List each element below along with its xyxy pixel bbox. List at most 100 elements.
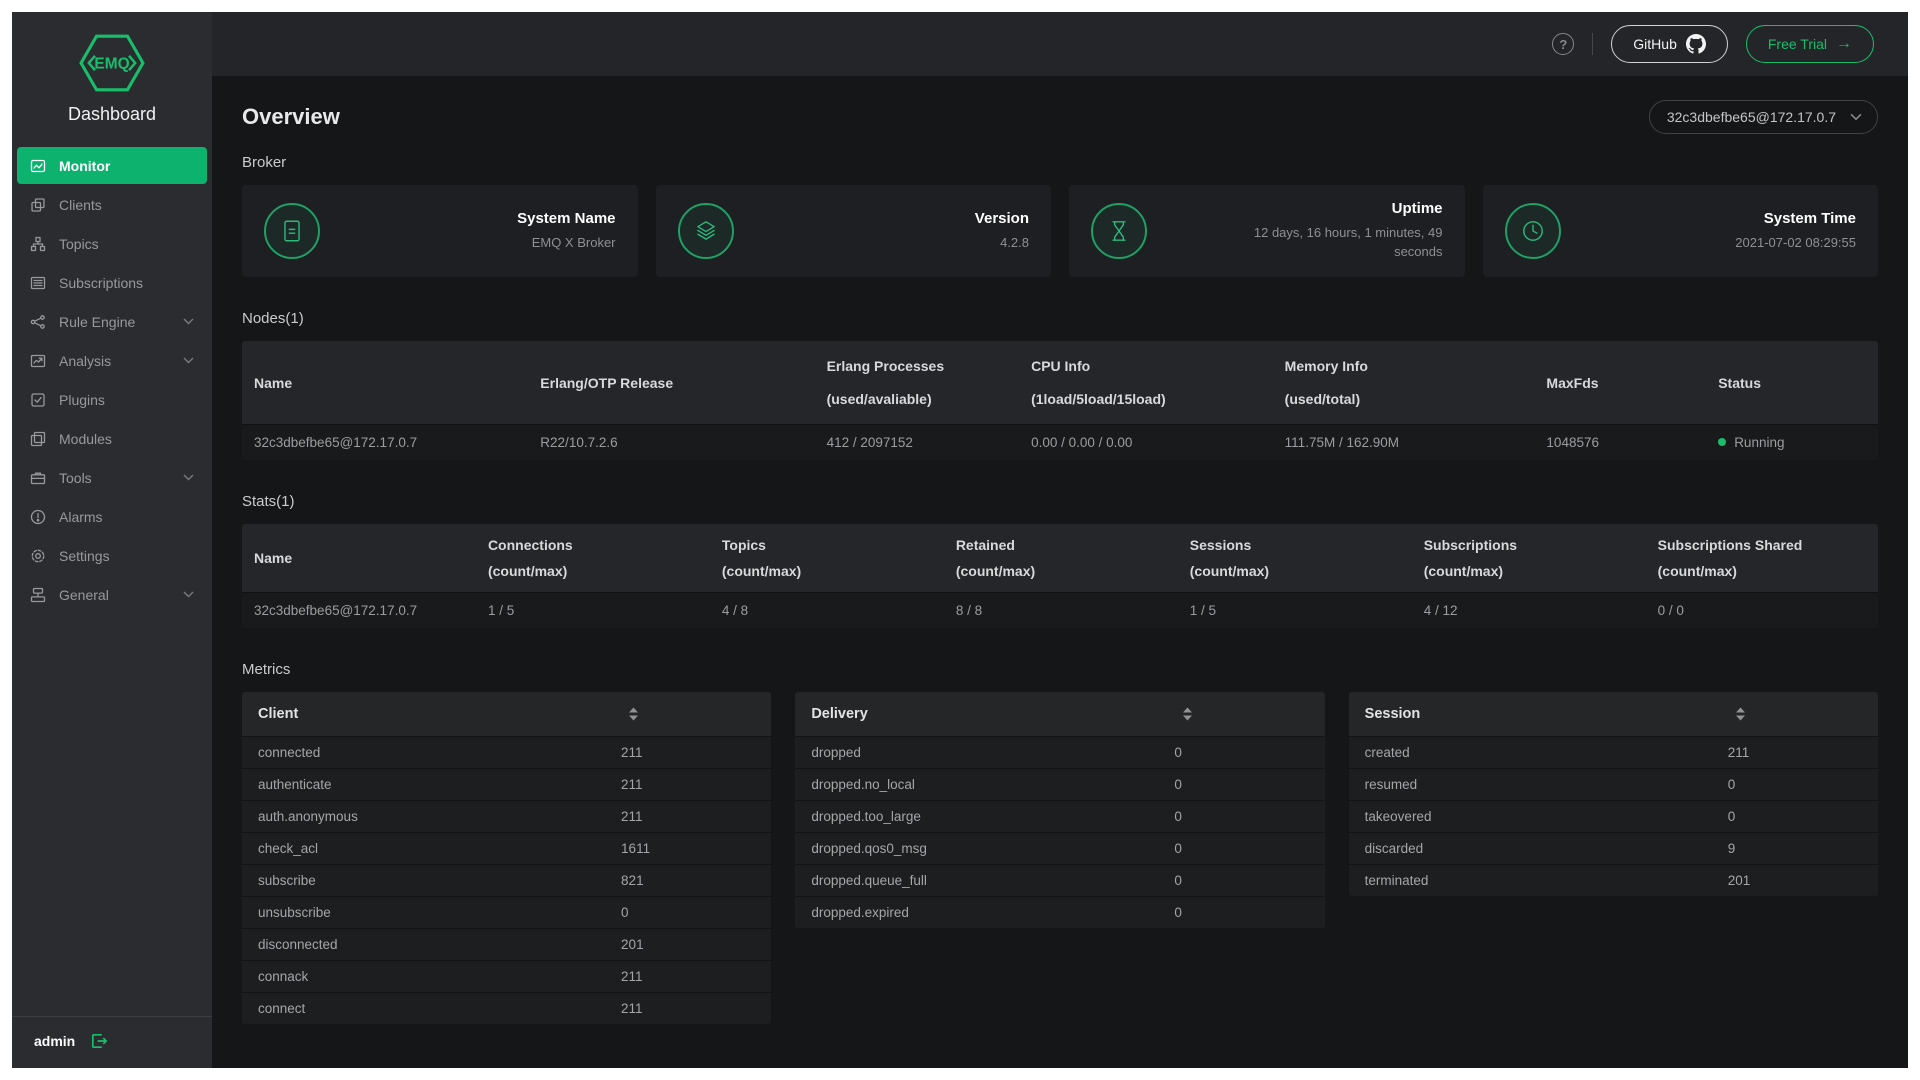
- card-value: 12 days, 16 hours, 1 minutes, 49 seconds: [1238, 224, 1443, 262]
- sidebar-item-settings[interactable]: Settings: [17, 537, 207, 574]
- column-header-maxfds: MaxFds: [1534, 341, 1706, 425]
- metric-name: authenticate: [258, 776, 621, 793]
- column-header-cpu-info: CPU Info(1load/5load/15load): [1019, 341, 1273, 425]
- card-value: 2021-07-02 08:29:55: [1735, 234, 1856, 253]
- github-icon: [1686, 34, 1706, 54]
- sort-icon[interactable]: [1735, 707, 1746, 722]
- sidebar-item-label: Plugins: [59, 392, 105, 408]
- logout-icon[interactable]: [90, 1032, 108, 1050]
- metric-row-dropped-too-large: dropped.too_large0: [795, 800, 1324, 832]
- broker-cards: System Name EMQ X Broker Version 4.2.8 U…: [242, 185, 1878, 277]
- metric-row-terminated: terminated201: [1349, 864, 1878, 896]
- card-title: System Time: [1735, 210, 1856, 227]
- sidebar-item-clients[interactable]: Clients: [17, 186, 207, 223]
- sidebar-item-tools[interactable]: Tools: [17, 459, 207, 496]
- sidebar-item-label: Monitor: [59, 158, 110, 174]
- broker-section: Broker System Name EMQ X Broker Version …: [242, 154, 1878, 277]
- column-header-memory-info: Memory Info(used/total): [1273, 341, 1535, 425]
- metric-value: 0: [1728, 808, 1736, 825]
- metric-name: check_acl: [258, 840, 621, 857]
- sidebar-item-analysis[interactable]: Analysis: [17, 342, 207, 379]
- broker-card-system-time: System Time 2021-07-02 08:29:55: [1483, 185, 1879, 277]
- column-header-subscriptions: Subscriptions(count/max): [1412, 524, 1646, 593]
- page-title: Overview: [242, 104, 340, 130]
- nodes-section-title: Nodes(1): [242, 310, 1878, 327]
- sidebar-item-label: Clients: [59, 197, 102, 213]
- metric-row-connected: connected211: [242, 736, 771, 768]
- sidebar-item-general[interactable]: General: [17, 576, 207, 613]
- table-cell: 1 / 5: [476, 593, 710, 629]
- metric-value: 0: [1174, 872, 1182, 889]
- analysis-icon: [30, 353, 46, 369]
- sort-icon[interactable]: [1182, 707, 1193, 722]
- column-header-retained: Retained(count/max): [944, 524, 1178, 593]
- clock-icon: [1505, 203, 1561, 259]
- metric-row-unsubscribe: unsubscribe0: [242, 896, 771, 928]
- card-value: 4.2.8: [975, 234, 1029, 253]
- emq-logo: EMQ: [79, 34, 145, 92]
- logo-text: EMQ: [94, 56, 129, 73]
- metric-name: takeovered: [1365, 808, 1728, 825]
- github-button[interactable]: GitHub: [1611, 25, 1728, 63]
- topics-icon: [30, 236, 46, 252]
- metric-name: connack: [258, 968, 621, 985]
- sidebar-item-plugins[interactable]: Plugins: [17, 381, 207, 418]
- metric-name: connected: [258, 744, 621, 761]
- help-icon[interactable]: ?: [1552, 33, 1574, 55]
- screen-frame: EMQ Dashboard Monitor Clients Topics Subscr…: [0, 0, 1920, 1080]
- metric-value: 211: [621, 776, 643, 793]
- table-row: 32c3dbefbe65@172.17.0.71 / 54 / 88 / 81 …: [242, 593, 1878, 629]
- node-selector[interactable]: 32c3dbefbe65@172.17.0.7: [1649, 100, 1878, 134]
- sidebar-item-label: Rule Engine: [59, 314, 135, 330]
- chevron-down-icon: [183, 591, 194, 598]
- metric-value: 211: [621, 744, 643, 761]
- metric-value: 211: [621, 968, 643, 985]
- sidebar-item-topics[interactable]: Topics: [17, 225, 207, 262]
- metric-value: 0: [1174, 776, 1182, 793]
- sidebar-item-label: Tools: [59, 470, 92, 486]
- metric-value: 201: [1728, 872, 1751, 889]
- metrics-table-title: Delivery: [811, 706, 867, 722]
- metric-name: disconnected: [258, 936, 621, 953]
- metrics-table-title: Session: [1365, 706, 1421, 722]
- metric-value: 0: [1174, 808, 1182, 825]
- broker-card-version: Version 4.2.8: [656, 185, 1052, 277]
- emqx-dashboard-app: EMQ Dashboard Monitor Clients Topics Subscr…: [12, 12, 1908, 1068]
- metric-value: 211: [621, 808, 643, 825]
- alarms-icon: [30, 509, 46, 525]
- table-cell: 1 / 5: [1178, 593, 1412, 629]
- table-cell: 32c3dbefbe65@172.17.0.7: [242, 593, 476, 629]
- app-title: Dashboard: [12, 104, 212, 125]
- nodes-table: NameErlang/OTP ReleaseErlang Processes(u…: [242, 341, 1878, 460]
- metric-row-authenticate: authenticate211: [242, 768, 771, 800]
- metrics-table-client: Client connected211authenticate211auth.a…: [242, 692, 771, 1024]
- metric-row-check-acl: check_acl1611: [242, 832, 771, 864]
- sidebar-item-label: Topics: [59, 236, 99, 252]
- tools-icon: [30, 470, 46, 486]
- sidebar-item-monitor[interactable]: Monitor: [17, 147, 207, 184]
- topbar-divider: [1592, 33, 1593, 55]
- sidebar-item-modules[interactable]: Modules: [17, 420, 207, 457]
- metric-row-subscribe: subscribe821: [242, 864, 771, 896]
- metric-name: dropped: [811, 744, 1174, 761]
- metric-name: unsubscribe: [258, 904, 621, 921]
- modules-icon: [30, 431, 46, 447]
- table-cell: 111.75M / 162.90M: [1273, 425, 1535, 461]
- metric-name: resumed: [1365, 776, 1728, 793]
- nodes-section: Nodes(1) NameErlang/OTP ReleaseErlang Pr…: [242, 310, 1878, 460]
- metric-row-dropped: dropped0: [795, 736, 1324, 768]
- sidebar-item-rule-engine[interactable]: Rule Engine: [17, 303, 207, 340]
- sidebar-item-alarms[interactable]: Alarms: [17, 498, 207, 535]
- table-cell: R22/10.7.2.6: [528, 425, 814, 461]
- free-trial-button[interactable]: Free Trial →: [1746, 25, 1874, 63]
- sort-icon[interactable]: [628, 707, 639, 722]
- table-cell: 32c3dbefbe65@172.17.0.7: [242, 425, 528, 461]
- metric-row-created: created211: [1349, 736, 1878, 768]
- metric-row-dropped-queue-full: dropped.queue_full0: [795, 864, 1324, 896]
- sidebar-item-subscriptions[interactable]: Subscriptions: [17, 264, 207, 301]
- metric-name: terminated: [1365, 872, 1728, 889]
- metric-row-dropped-qos0-msg: dropped.qos0_msg0: [795, 832, 1324, 864]
- sidebar-item-label: Subscriptions: [59, 275, 143, 291]
- metric-name: dropped.too_large: [811, 808, 1174, 825]
- metric-value: 211: [1728, 744, 1750, 761]
